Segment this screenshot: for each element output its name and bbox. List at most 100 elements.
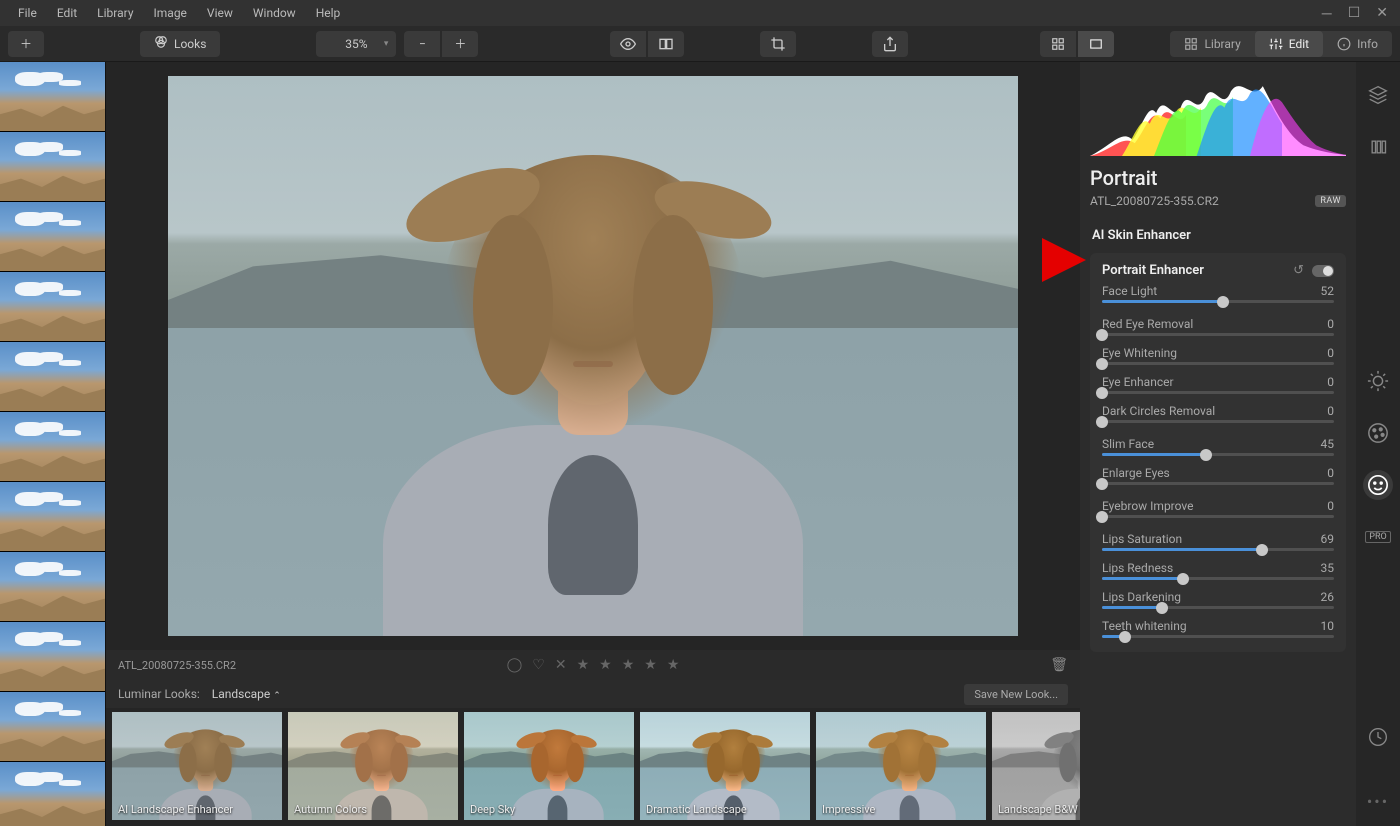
- slider-value: 26: [1321, 590, 1335, 604]
- raw-badge: RAW: [1315, 195, 1346, 207]
- slider-value: 0: [1327, 499, 1334, 513]
- add-button[interactable]: ＋: [8, 31, 44, 57]
- menu-library[interactable]: Library: [87, 6, 143, 20]
- single-view-button[interactable]: [1078, 31, 1114, 57]
- star-4[interactable]: ★: [644, 657, 657, 673]
- filmstrip-thumb[interactable]: [0, 202, 105, 272]
- grid-view-button[interactable]: [1040, 31, 1076, 57]
- slider-lips-redness[interactable]: Lips Redness35: [1102, 561, 1334, 580]
- annotation-arrow: [1042, 238, 1086, 282]
- slider-eyebrow-improve[interactable]: Eyebrow Improve0: [1102, 499, 1334, 518]
- star-1[interactable]: ★: [577, 657, 590, 673]
- close-icon[interactable]: ✕: [1372, 5, 1392, 22]
- share-button[interactable]: [872, 31, 908, 57]
- slider-enlarge-eyes[interactable]: Enlarge Eyes0: [1102, 466, 1334, 485]
- star-3[interactable]: ★: [622, 657, 635, 673]
- filmstrip-thumb[interactable]: [0, 342, 105, 412]
- zoom-out-button[interactable]: −: [404, 31, 440, 57]
- slider-value: 0: [1327, 375, 1334, 389]
- ai-skin-enhancer-section[interactable]: AI Skin Enhancer: [1090, 218, 1346, 253]
- portrait-icon[interactable]: [1363, 470, 1393, 500]
- trash-icon[interactable]: 🗑: [1050, 657, 1068, 673]
- save-look-button[interactable]: Save New Look...: [964, 684, 1068, 705]
- looks-strip[interactable]: AI Landscape Enhancer Autumn Colors Deep S…: [106, 708, 1080, 826]
- looks-header: Luminar Looks:: [118, 687, 200, 701]
- menu-file[interactable]: File: [8, 6, 47, 20]
- filmstrip[interactable]: [0, 62, 106, 826]
- zoom-in-button[interactable]: ＋: [442, 31, 478, 57]
- top-toolbar: ＋ Looks 35% − ＋ Library Edit In: [0, 26, 1400, 62]
- tab-edit[interactable]: Edit: [1255, 31, 1323, 57]
- star-2[interactable]: ★: [599, 657, 612, 673]
- canvas-icon[interactable]: [1363, 132, 1393, 162]
- slider-value: 10: [1321, 619, 1335, 633]
- preview-button[interactable]: [610, 31, 646, 57]
- filmstrip-thumb[interactable]: [0, 412, 105, 482]
- slider-lips-saturation[interactable]: Lips Saturation69: [1102, 532, 1334, 551]
- filename-label: ATL_20080725-355.CR2: [118, 659, 236, 672]
- filmstrip-thumb[interactable]: [0, 762, 105, 826]
- look-label: Autumn Colors: [294, 803, 452, 816]
- slider-eye-enhancer[interactable]: Eye Enhancer 0: [1102, 375, 1334, 394]
- slider-value: 0: [1327, 404, 1334, 418]
- filmstrip-thumb[interactable]: [0, 692, 105, 762]
- slider-dark-circles-removal[interactable]: Dark Circles Removal0: [1102, 404, 1334, 423]
- favorite-icon[interactable]: ♡: [532, 657, 545, 673]
- filmstrip-thumb[interactable]: [0, 482, 105, 552]
- zoom-select[interactable]: 35%: [316, 31, 396, 57]
- pro-icon[interactable]: PRO: [1363, 522, 1393, 552]
- essentials-icon[interactable]: [1363, 366, 1393, 396]
- filmstrip-thumb[interactable]: [0, 552, 105, 622]
- maximize-icon[interactable]: ☐: [1344, 5, 1365, 22]
- menu-edit[interactable]: Edit: [47, 6, 87, 20]
- more-icon[interactable]: •••: [1363, 786, 1393, 816]
- panel-title: Portrait: [1090, 166, 1346, 190]
- look-label: Impressive: [822, 803, 980, 816]
- menu-view[interactable]: View: [197, 6, 243, 20]
- compare-button[interactable]: [648, 31, 684, 57]
- looks-category[interactable]: Landscape ⌃: [212, 687, 281, 701]
- look-preset[interactable]: Impressive: [816, 712, 986, 820]
- look-preset[interactable]: Dramatic Landscape: [640, 712, 810, 820]
- star-5[interactable]: ★: [667, 657, 680, 673]
- look-preset[interactable]: Landscape B&W: [992, 712, 1080, 820]
- history-icon[interactable]: [1363, 722, 1393, 752]
- minimize-icon[interactable]: ─: [1318, 5, 1336, 22]
- creative-icon[interactable]: [1363, 418, 1393, 448]
- tab-info[interactable]: Info: [1323, 31, 1392, 57]
- slider-red-eye-removal[interactable]: Red Eye Removal0: [1102, 317, 1334, 336]
- slider-eye-whitening[interactable]: Eye Whitening0: [1102, 346, 1334, 365]
- tool-category-sidebar: PRO •••: [1356, 62, 1400, 826]
- section-toggle[interactable]: [1312, 265, 1334, 277]
- menu-image[interactable]: Image: [144, 6, 197, 20]
- histogram[interactable]: [1090, 70, 1346, 156]
- slider-label: Slim Face: [1102, 437, 1154, 451]
- slider-label: Eye Whitening: [1102, 346, 1177, 360]
- color-tag-icon[interactable]: ◯: [507, 657, 523, 673]
- layers-icon[interactable]: [1363, 80, 1393, 110]
- portrait-enhancer-title[interactable]: Portrait Enhancer: [1102, 263, 1285, 278]
- slider-slim-face[interactable]: Slim Face45: [1102, 437, 1334, 456]
- menu-help[interactable]: Help: [306, 6, 351, 20]
- filmstrip-thumb[interactable]: [0, 272, 105, 342]
- menu-window[interactable]: Window: [243, 6, 306, 20]
- slider-label: Eye Enhancer: [1102, 375, 1174, 389]
- filmstrip-thumb[interactable]: [0, 622, 105, 692]
- filmstrip-thumb[interactable]: [0, 62, 105, 132]
- look-label: Dramatic Landscape: [646, 803, 804, 816]
- look-preset[interactable]: Deep Sky: [464, 712, 634, 820]
- reject-icon[interactable]: ✕: [555, 657, 567, 673]
- slider-face-light[interactable]: Face Light52: [1102, 284, 1334, 303]
- slider-lips-darkening[interactable]: Lips Darkening 26: [1102, 590, 1334, 609]
- looks-button[interactable]: Looks: [140, 31, 220, 57]
- look-preset[interactable]: AI Landscape Enhancer: [112, 712, 282, 820]
- filmstrip-thumb[interactable]: [0, 132, 105, 202]
- slider-teeth-whitening[interactable]: Teeth whitening10: [1102, 619, 1334, 638]
- reset-icon[interactable]: ↺: [1293, 263, 1304, 278]
- canvas-area[interactable]: [106, 62, 1080, 650]
- look-preset[interactable]: Autumn Colors: [288, 712, 458, 820]
- crop-button[interactable]: [760, 31, 796, 57]
- slider-label: Lips Darkening: [1102, 590, 1181, 604]
- tab-library[interactable]: Library: [1170, 31, 1254, 57]
- slider-label: Lips Redness: [1102, 561, 1173, 575]
